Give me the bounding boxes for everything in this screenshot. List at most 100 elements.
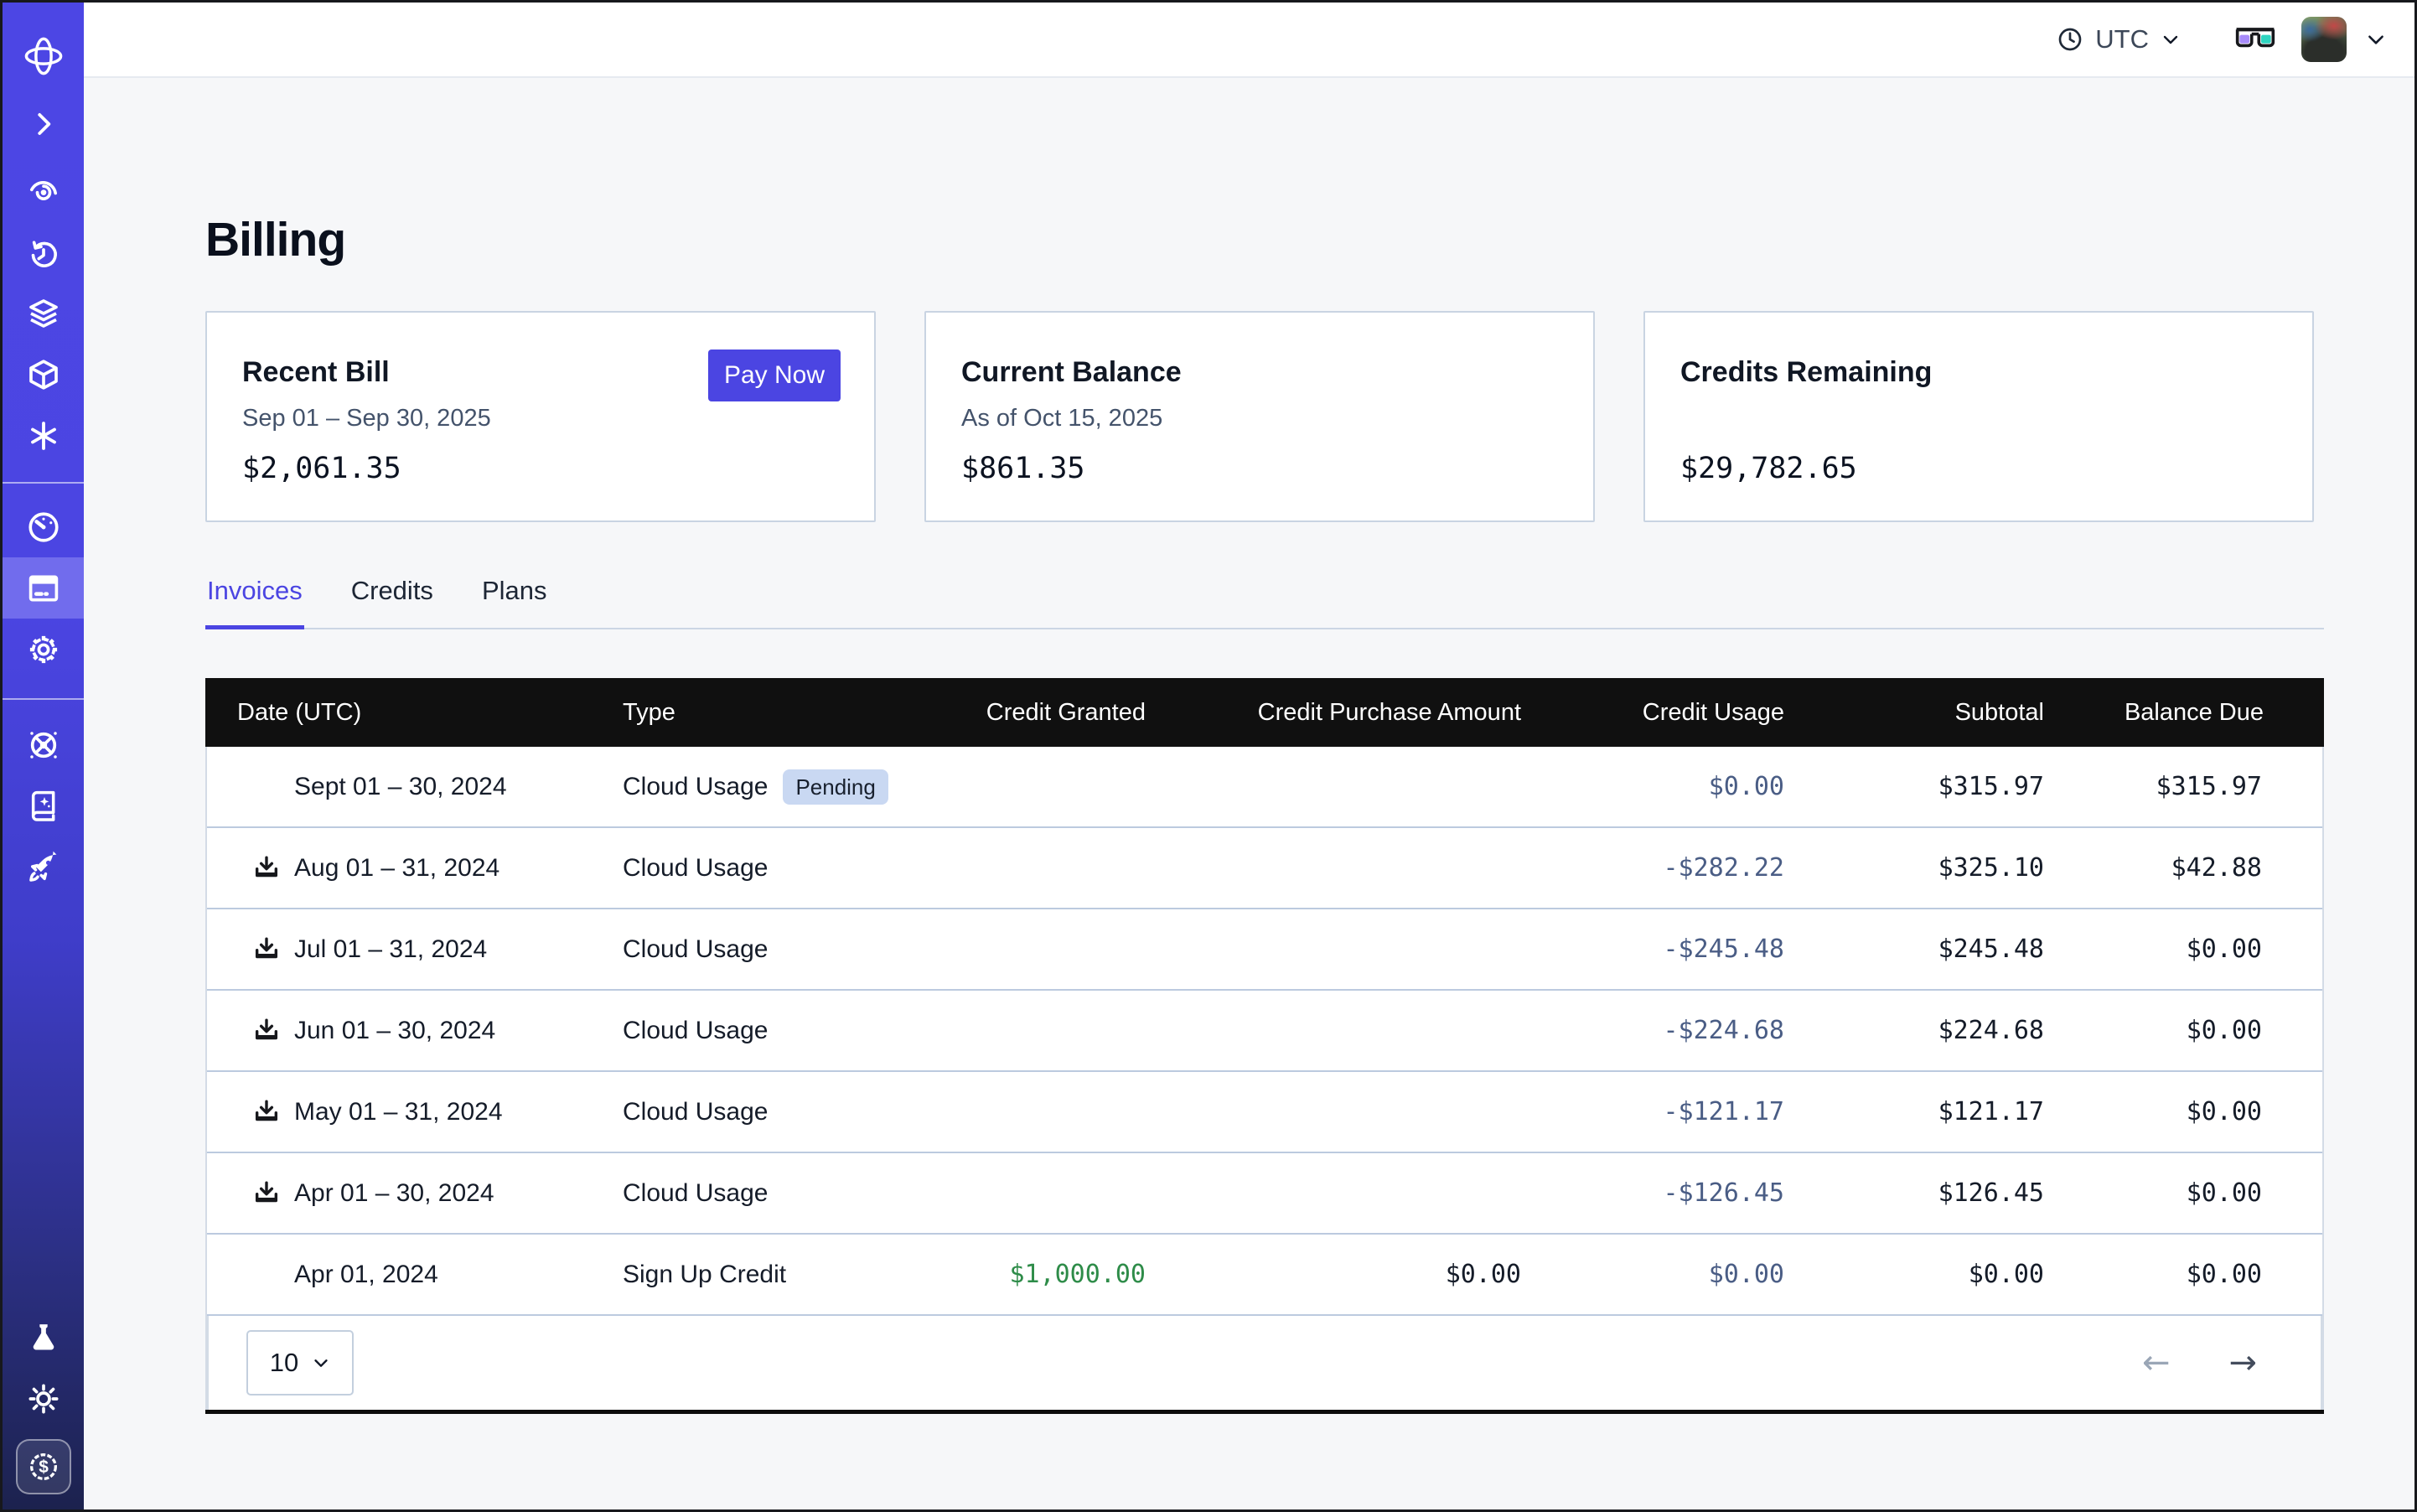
chevron-down-icon xyxy=(312,1354,330,1372)
card-amount: $861.35 xyxy=(961,452,1085,485)
credit-usage-value: -$245.48 xyxy=(1543,935,1806,964)
subtotal-value: $0.00 xyxy=(1806,1260,2066,1289)
chevron-down-icon xyxy=(2161,29,2181,49)
balance-due-value: $0.00 xyxy=(2066,1016,2322,1045)
credits-remaining-card: Credits Remaining $29,782.65 xyxy=(1643,311,2314,522)
table-header-row: Date (UTC) Type Credit Granted Credit Pu… xyxy=(205,678,2324,747)
svg-text:$: $ xyxy=(39,1458,49,1477)
invoice-type: Cloud Usage xyxy=(589,1098,941,1126)
invoice-date: Jul 01 – 31, 2024 xyxy=(294,935,487,964)
credit-usage-value: -$126.45 xyxy=(1543,1178,1806,1208)
credit-usage-value: $0.00 xyxy=(1543,1260,1806,1289)
download-invoice-icon[interactable] xyxy=(252,1098,281,1126)
invoice-date: May 01 – 31, 2024 xyxy=(294,1098,503,1126)
history-icon[interactable] xyxy=(3,223,84,284)
billing-tabs: Invoices Credits Plans xyxy=(205,576,2324,629)
invoice-date: Aug 01 – 31, 2024 xyxy=(294,854,499,883)
page-title: Billing xyxy=(205,212,345,267)
credit-usage-value: -$224.68 xyxy=(1543,1016,1806,1045)
clock-icon xyxy=(2057,26,2083,53)
subtotal-value: $224.68 xyxy=(1806,1016,2066,1045)
sidebar-item-billing[interactable] xyxy=(3,557,84,619)
invoice-date: Apr 01, 2024 xyxy=(294,1261,438,1289)
page-size-select[interactable]: 10 xyxy=(246,1330,354,1395)
docs-book-icon[interactable] xyxy=(3,774,84,836)
card-title: Credits Remaining xyxy=(1680,356,1932,389)
subtotal-value: $325.10 xyxy=(1806,853,2066,883)
subtotal-value: $126.45 xyxy=(1806,1178,2066,1208)
account-menu-chevron-icon[interactable] xyxy=(2365,28,2387,50)
rocket-icon[interactable] xyxy=(3,836,84,898)
column-header-type: Type xyxy=(589,699,941,727)
download-invoice-icon[interactable] xyxy=(252,935,281,964)
column-header-subtotal: Subtotal xyxy=(1806,699,2066,727)
table-row: Aug 01 – 31, 2024 Cloud Usage -$282.22 $… xyxy=(207,828,2322,909)
layers-icon[interactable] xyxy=(3,282,84,344)
avatar[interactable] xyxy=(2301,17,2347,62)
credit-granted-value: $1,000.00 xyxy=(941,1260,1167,1289)
card-amount: $29,782.65 xyxy=(1680,452,1857,485)
settings-gear-icon[interactable] xyxy=(3,619,84,680)
credits-badge-icon: $ xyxy=(16,1439,71,1494)
credit-purchase-value: $0.00 xyxy=(1167,1260,1543,1289)
credits-badge-button[interactable]: $ xyxy=(3,1436,84,1497)
current-balance-card: Current Balance As of Oct 15, 2025 $861.… xyxy=(924,311,1595,522)
recent-bill-card: Recent Bill Sep 01 – Sep 30, 2025 $2,061… xyxy=(205,311,876,522)
subtotal-value: $315.97 xyxy=(1806,772,2066,801)
column-header-credit-usage: Credit Usage xyxy=(1543,699,1806,727)
glasses-icon[interactable] xyxy=(2234,26,2276,53)
tab-plans[interactable]: Plans xyxy=(480,576,549,628)
table-body: Sept 01 – 30, 2024 Cloud Usage Pending $0… xyxy=(205,747,2324,1410)
balance-due-value: $0.00 xyxy=(2066,1097,2322,1126)
credit-usage-value: -$282.22 xyxy=(1543,853,1806,883)
topbar: UTC xyxy=(84,3,2417,78)
sidebar-divider xyxy=(3,698,84,700)
tab-credits[interactable]: Credits xyxy=(349,576,435,628)
observe-icon[interactable] xyxy=(3,160,84,221)
download-invoice-icon[interactable] xyxy=(252,1179,281,1208)
balance-due-value: $0.00 xyxy=(2066,935,2322,964)
asterisk-icon[interactable] xyxy=(3,405,84,466)
column-header-credit-granted: Credit Granted xyxy=(941,699,1167,727)
column-header-balance-due: Balance Due xyxy=(2066,699,2324,727)
table-row: Jul 01 – 31, 2024 Cloud Usage -$245.48 $… xyxy=(207,909,2322,991)
summary-cards: Recent Bill Sep 01 – Sep 30, 2025 $2,061… xyxy=(205,311,2314,522)
invoice-date: Jun 01 – 30, 2024 xyxy=(294,1017,495,1045)
previous-page-button[interactable]: ← xyxy=(2137,1345,2176,1380)
table-row: May 01 – 31, 2024 Cloud Usage -$121.17 $… xyxy=(207,1072,2322,1153)
pay-now-button[interactable]: Pay Now xyxy=(708,350,841,401)
dashboard-icon[interactable] xyxy=(3,496,84,557)
invoice-type: Cloud Usage xyxy=(589,854,941,883)
balance-due-value: $315.97 xyxy=(2066,772,2322,801)
logo-icon[interactable] xyxy=(3,25,84,86)
credit-usage-value: -$121.17 xyxy=(1543,1097,1806,1126)
expand-sidebar-icon[interactable] xyxy=(3,93,84,154)
invoice-type: Cloud Usage xyxy=(623,773,768,801)
wheel-icon[interactable] xyxy=(3,714,84,775)
table-row: Jun 01 – 30, 2024 Cloud Usage -$224.68 $… xyxy=(207,991,2322,1072)
sidebar-divider xyxy=(3,482,84,484)
pagination-row: 10 ← → xyxy=(207,1316,2322,1410)
table-row: Apr 01 – 30, 2024 Cloud Usage -$126.45 $… xyxy=(207,1153,2322,1235)
status-badge: Pending xyxy=(783,769,888,805)
next-page-button[interactable]: → xyxy=(2223,1345,2262,1380)
timezone-label: UTC xyxy=(2095,24,2149,54)
invoice-date: Sept 01 – 30, 2024 xyxy=(294,773,507,801)
column-header-credit-purchase-amount: Credit Purchase Amount xyxy=(1167,699,1543,727)
card-title: Current Balance xyxy=(961,356,1182,389)
invoice-type: Cloud Usage xyxy=(589,1179,941,1208)
theme-sun-icon[interactable] xyxy=(3,1368,84,1429)
download-invoice-icon[interactable] xyxy=(252,854,281,883)
download-invoice-icon[interactable] xyxy=(252,1017,281,1045)
cube-icon[interactable] xyxy=(3,344,84,405)
invoices-table: Date (UTC) Type Credit Granted Credit Pu… xyxy=(205,678,2324,1414)
credit-usage-value: $0.00 xyxy=(1543,772,1806,801)
timezone-selector[interactable]: UTC xyxy=(2057,24,2181,54)
experiments-flask-icon[interactable] xyxy=(3,1307,84,1368)
tab-invoices[interactable]: Invoices xyxy=(205,576,304,628)
invoice-type: Cloud Usage xyxy=(589,1017,941,1045)
card-amount: $2,061.35 xyxy=(242,452,401,485)
main-content: Billing Recent Bill Sep 01 – Sep 30, 202… xyxy=(84,80,2417,1512)
invoice-type: Cloud Usage xyxy=(589,935,941,964)
sidebar: $ xyxy=(3,3,84,1509)
